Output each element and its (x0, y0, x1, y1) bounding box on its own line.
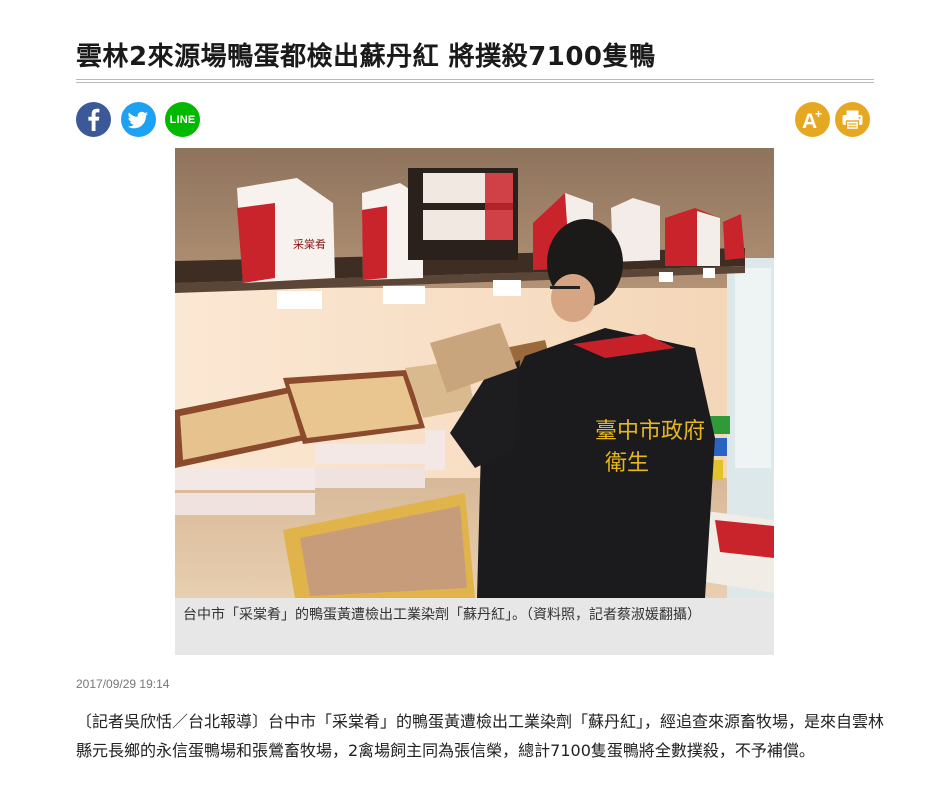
article-title: 雲林2來源場鴨蛋都檢出蘇丹紅 將撲殺7100隻鴨 (76, 42, 656, 72)
printer-icon (842, 110, 863, 131)
article-photo: 采棠肴 臺中市政府 衛生 (175, 148, 774, 598)
twitter-share-button[interactable] (121, 102, 156, 137)
article-figure: 采棠肴 臺中市政府 衛生 台中市「采棠肴」的鴨蛋黃遭檢出工業染劑「蘇丹紅」。（資… (175, 148, 774, 655)
publish-date: 2017/09/29 19:14 (76, 677, 170, 691)
print-button[interactable] (835, 102, 870, 137)
line-share-button[interactable]: LINE (165, 102, 200, 137)
photo-caption: 台中市「采棠肴」的鴨蛋黃遭檢出工業染劑「蘇丹紅」。（資料照，記者蔡淑媛翻攝） (175, 598, 774, 655)
article-paragraph: 〔記者吳欣恬／台北報導〕台中市「采棠肴」的鴨蛋黃遭檢出工業染劑「蘇丹紅」，經追查… (76, 712, 885, 760)
share-toolbar: LINE A + (76, 102, 874, 138)
font-size-button[interactable]: A + (795, 102, 830, 137)
title-divider (76, 79, 874, 83)
vest-text-lower: 衛生 (605, 451, 649, 476)
line-icon: LINE (169, 113, 196, 126)
twitter-icon (127, 111, 148, 129)
facebook-icon (88, 108, 100, 131)
box-brand-label: 采棠肴 (293, 238, 326, 251)
svg-text:+: + (815, 107, 822, 121)
facebook-share-button[interactable] (76, 102, 111, 137)
font-size-increase-icon: A + (802, 107, 822, 133)
vest-text-upper: 臺中市政府 (595, 419, 705, 444)
